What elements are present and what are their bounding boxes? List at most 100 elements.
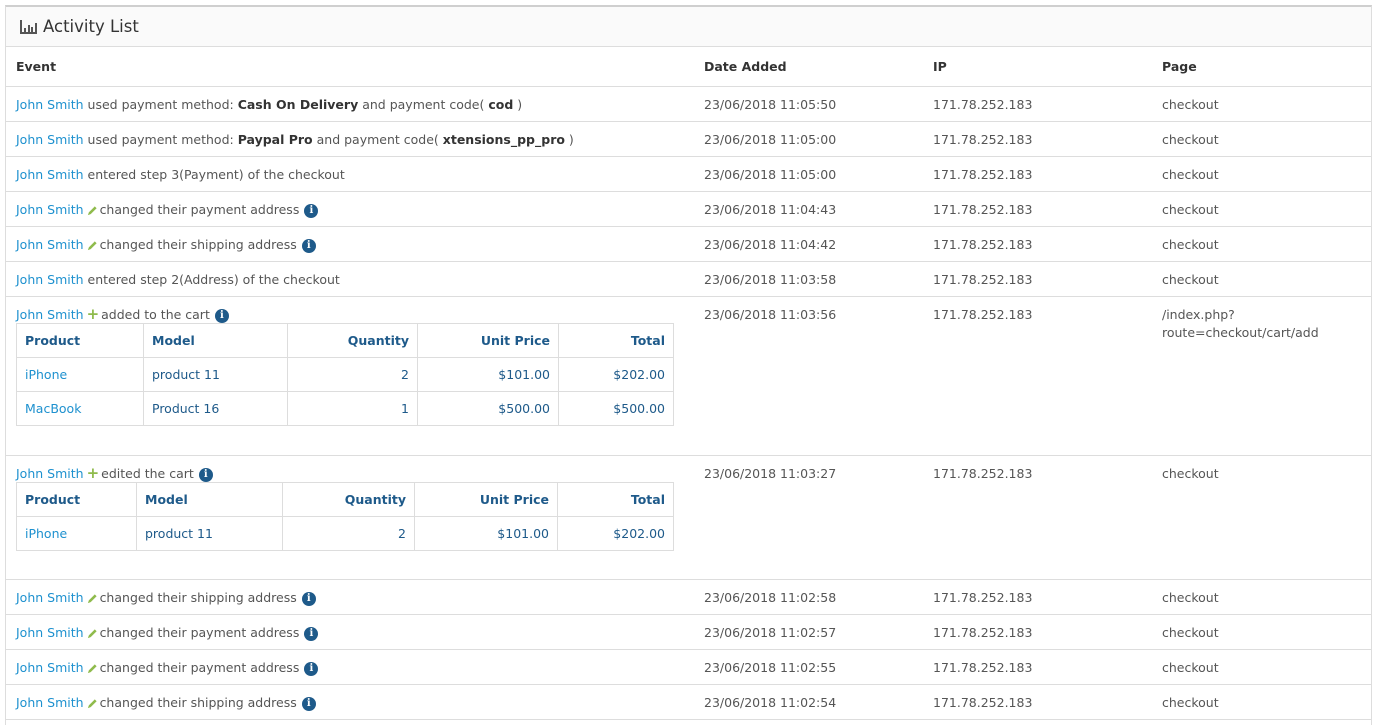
pencil-icon [87, 206, 97, 216]
event-text: entered step 2(Address) of the checkout [83, 272, 340, 287]
event-text: changed their shipping address [99, 590, 297, 605]
subtable-row: iPhone product 11 2 $101.00 $202.00 [16, 357, 674, 392]
event-text: edited the cart [101, 466, 194, 481]
pencil-icon [87, 664, 97, 674]
subtable-header-unit-price: Unit Price [417, 323, 559, 358]
column-header-page: Page [1162, 59, 1197, 74]
user-link[interactable]: John Smith [16, 237, 84, 252]
payment-code: cod [488, 97, 514, 112]
user-link[interactable]: John Smith [16, 466, 84, 481]
column-header-date: Date Added [704, 59, 787, 74]
event-cell: John Smith + added to the cart i [16, 307, 229, 323]
info-icon[interactable]: i [304, 626, 319, 641]
ip-cell: 171.78.252.183 [933, 97, 1033, 112]
subtable-row: iPhone product 11 2 $101.00 $202.00 [16, 516, 674, 551]
subtable-header-total: Total [558, 323, 674, 358]
page-cell: checkout [1162, 272, 1219, 287]
model-cell: product 11 [143, 357, 288, 392]
page-cell: checkout [1162, 97, 1219, 112]
subtable-header-quantity: Quantity [287, 323, 418, 358]
total-cell: $202.00 [557, 516, 674, 551]
info-icon[interactable]: i [214, 308, 229, 323]
info-icon[interactable]: i [301, 696, 316, 711]
user-link[interactable]: John Smith [16, 625, 84, 640]
info-icon[interactable]: i [304, 203, 319, 218]
page-cell: checkout [1162, 202, 1219, 217]
subtable-header-model: Model [136, 482, 283, 517]
plus-icon: + [86, 305, 100, 323]
table-row: John Smith entered step 2(Address) of th… [6, 262, 1371, 297]
product-link[interactable]: iPhone [16, 516, 137, 551]
date-cell: 23/06/2018 11:02:57 [704, 625, 837, 640]
subtable-row: MacBook Product 16 1 $500.00 $500.00 [16, 391, 674, 426]
user-link[interactable]: John Smith [16, 132, 84, 147]
payment-method: Cash On Delivery [237, 97, 359, 112]
panel-heading: Activity List [6, 7, 1371, 47]
event-text: changed their payment address [99, 625, 300, 640]
payment-code: xtensions_pp_pro [442, 132, 565, 147]
ip-cell: 171.78.252.183 [933, 237, 1033, 252]
cart-items-table: Product Model Quantity Unit Price Total … [16, 482, 674, 551]
model-cell: product 11 [136, 516, 283, 551]
page-cell: checkout [1162, 625, 1219, 640]
subtable-header-total: Total [557, 482, 674, 517]
date-cell: 23/06/2018 11:02:54 [704, 695, 837, 710]
user-link[interactable]: John Smith [16, 695, 84, 710]
date-cell: 23/06/2018 11:03:56 [704, 307, 837, 322]
user-link[interactable]: John Smith [16, 167, 84, 182]
user-link[interactable]: John Smith [16, 307, 84, 322]
column-header-ip: IP [933, 59, 947, 74]
event-text: ) [564, 132, 574, 147]
info-icon[interactable]: i [301, 591, 316, 606]
table-header: Event Date Added IP Page [6, 47, 1371, 87]
user-link[interactable]: John Smith [16, 660, 84, 675]
ip-cell: 171.78.252.183 [933, 167, 1033, 182]
info-icon[interactable]: i [301, 238, 316, 253]
subtable-header-row: Product Model Quantity Unit Price Total [16, 323, 674, 358]
event-cell: John Smith + edited the cart i [16, 466, 213, 482]
info-icon[interactable]: i [304, 661, 319, 676]
page-cell: checkout [1162, 660, 1219, 675]
info-icon[interactable]: i [198, 467, 213, 482]
ip-cell: 171.78.252.183 [933, 590, 1033, 605]
event-cell: John Smith changed their payment address i [16, 660, 319, 676]
user-link[interactable]: John Smith [16, 272, 84, 287]
ip-cell: 171.78.252.183 [933, 695, 1033, 710]
date-cell: 23/06/2018 11:05:00 [704, 167, 837, 182]
ip-cell: 171.78.252.183 [933, 625, 1033, 640]
table-row: John Smith + edited the cart i Product Mode… [6, 456, 1371, 580]
ip-cell: 171.78.252.183 [933, 272, 1033, 287]
cart-items-table: Product Model Quantity Unit Price Total … [16, 323, 674, 426]
pencil-icon [87, 629, 97, 639]
event-text: changed their payment address [99, 202, 300, 217]
date-cell: 23/06/2018 11:04:43 [704, 202, 837, 217]
unit-price-cell: $101.00 [417, 357, 559, 392]
pencil-icon [87, 699, 97, 709]
product-link[interactable]: MacBook [16, 391, 144, 426]
event-text: ) [513, 97, 523, 112]
user-link[interactable]: John Smith [16, 202, 84, 217]
product-link[interactable]: iPhone [16, 357, 144, 392]
event-cell: John Smith changed their shipping address… [16, 590, 316, 606]
event-text: and payment code( [312, 132, 443, 147]
ip-cell: 171.78.252.183 [933, 307, 1033, 322]
quantity-cell: 2 [287, 357, 418, 392]
event-cell: John Smith changed their payment address i [16, 625, 319, 641]
page-cell: /index.php? route=checkout/cart/add [1162, 307, 1319, 340]
event-cell: John Smith changed their shipping address… [16, 695, 316, 711]
table-row: John Smith entered step 3(Payment) of th… [6, 157, 1371, 192]
quantity-cell: 2 [282, 516, 415, 551]
unit-price-cell: $500.00 [417, 391, 559, 426]
date-cell: 23/06/2018 11:03:27 [704, 466, 837, 481]
event-cell: John Smith entered step 3(Payment) of th… [16, 167, 345, 182]
table-row: John Smith changed their payment address i… [6, 650, 1371, 685]
ip-cell: 171.78.252.183 [933, 660, 1033, 675]
table-row: John Smith used payment method: Cash On … [6, 87, 1371, 122]
user-link[interactable]: John Smith [16, 97, 84, 112]
table-row: John Smith changed their payment address i… [6, 615, 1371, 650]
total-cell: $500.00 [558, 391, 674, 426]
user-link[interactable]: John Smith [16, 590, 84, 605]
subtable-header-unit-price: Unit Price [414, 482, 558, 517]
bar-chart-icon [20, 19, 37, 34]
pencil-icon [87, 594, 97, 604]
